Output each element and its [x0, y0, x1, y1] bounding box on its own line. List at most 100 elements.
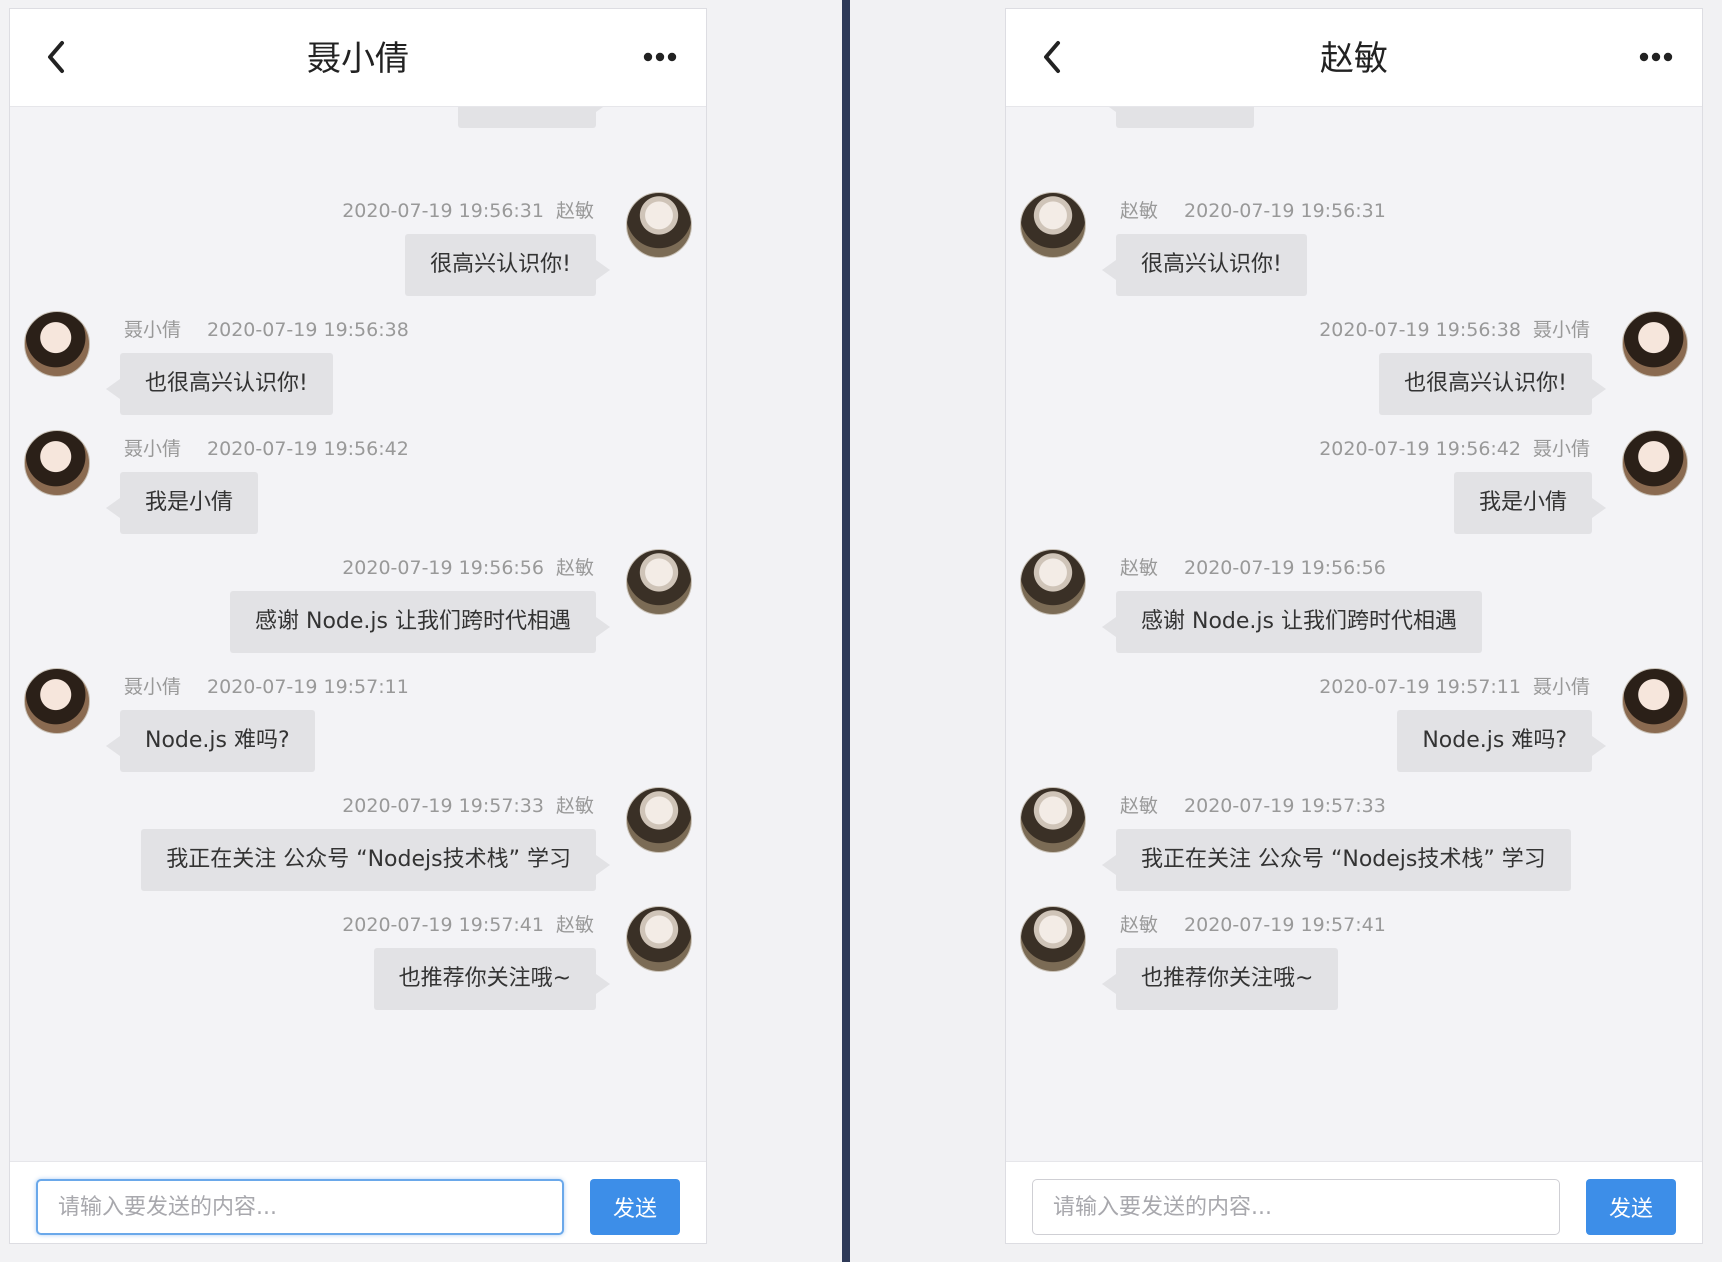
message-item: 聂小倩 2020-07-19 19:56:38 也很高兴认识你!: [10, 311, 706, 433]
message-bubble: 也推荐你关注哦~: [1101, 948, 1339, 1010]
message-meta: 赵敏 2020-07-19 19:57:33: [1120, 794, 1386, 818]
avatar[interactable]: [1020, 787, 1086, 853]
message-bubble: 我是赵敏: [457, 107, 611, 128]
message-bubble: Node.js 难吗?: [1397, 710, 1606, 772]
message-input[interactable]: [1032, 1179, 1560, 1235]
sender-name: 赵敏: [1120, 795, 1159, 817]
chat-header: 赵敏: [1006, 9, 1702, 107]
message-item: 2020-07-19 19:56:42 聂小倩 我是小倩: [1006, 430, 1702, 552]
message-time: 2020-07-19 19:57:41: [342, 914, 544, 936]
chat-window-right: 赵敏 我是赵敏 赵敏 2020-07-19 19:56:31 很高兴认识你! 20…: [1005, 8, 1703, 1244]
message-item: 赵敏 2020-07-19 19:56:56 感谢 Node.js 让我们跨时代相…: [1006, 549, 1702, 671]
message-time: 2020-07-19 19:57:11: [207, 676, 409, 698]
message-item: 2020-07-19 19:56:38 聂小倩 也很高兴认识你!: [1006, 311, 1702, 433]
message-bubble: 我是小倩: [105, 472, 259, 534]
avatar[interactable]: [626, 549, 692, 615]
sender-name: 聂小倩: [1532, 438, 1590, 460]
avatar[interactable]: [1622, 668, 1688, 734]
message-item: 聂小倩 2020-07-19 19:57:11 Node.js 难吗?: [10, 668, 706, 790]
avatar[interactable]: [24, 311, 90, 377]
avatar[interactable]: [1020, 192, 1086, 258]
message-meta: 聂小倩 2020-07-19 19:57:11: [124, 675, 409, 699]
message-bubble: 感谢 Node.js 让我们跨时代相遇: [230, 591, 610, 653]
sender-name: 赵敏: [555, 914, 594, 936]
message-bubble: 感谢 Node.js 让我们跨时代相遇: [1102, 591, 1482, 653]
message-item: 我是赵敏: [1006, 107, 1702, 146]
message-list[interactable]: 我是赵敏 赵敏 2020-07-19 19:56:31 很高兴认识你! 2020-…: [1006, 107, 1702, 1161]
message-time: 2020-07-19 19:56:38: [207, 319, 409, 341]
message-meta: 赵敏 2020-07-19 19:56:31: [1120, 199, 1386, 223]
message-item: 赵敏 2020-07-19 19:56:31 很高兴认识你!: [1006, 192, 1702, 314]
message-meta: 2020-07-19 19:56:38 聂小倩: [1319, 318, 1590, 342]
avatar[interactable]: [626, 906, 692, 972]
message-time: 2020-07-19 19:56:56: [342, 557, 544, 579]
message-input[interactable]: [36, 1179, 564, 1235]
message-bubble: 我是赵敏: [1101, 107, 1255, 128]
avatar[interactable]: [1622, 430, 1688, 496]
message-item: 我是赵敏: [10, 107, 706, 146]
sender-name: 聂小倩: [1532, 319, 1590, 341]
avatar[interactable]: [1020, 549, 1086, 615]
sender-name: 聂小倩: [124, 319, 182, 341]
sender-name: 聂小倩: [124, 438, 182, 460]
send-button[interactable]: 发送: [590, 1179, 680, 1235]
message-meta: 赵敏 2020-07-19 19:56:56: [1120, 556, 1386, 580]
avatar[interactable]: [626, 192, 692, 258]
message-meta: 聂小倩 2020-07-19 19:56:38: [124, 318, 409, 342]
message-list[interactable]: 我是赵敏 2020-07-19 19:56:31 赵敏 很高兴认识你! 聂小倩 20…: [10, 107, 706, 1161]
message-bubble: 我是小倩: [1453, 472, 1607, 534]
ellipsis-icon[interactable]: [1638, 47, 1674, 67]
avatar[interactable]: [24, 430, 90, 496]
sender-name: 聂小倩: [1532, 676, 1590, 698]
message-item: 2020-07-19 19:57:33 赵敏 我正在关注 公众号 “Nodejs技…: [10, 787, 706, 909]
sender-name: 赵敏: [555, 795, 594, 817]
message-meta: 2020-07-19 19:56:56 赵敏: [342, 556, 594, 580]
avatar[interactable]: [1020, 906, 1086, 972]
composer-bar: 发送: [1006, 1161, 1702, 1243]
chat-title: 赵敏: [1320, 39, 1388, 79]
avatar[interactable]: [24, 668, 90, 734]
message-time: 2020-07-19 19:57:11: [1319, 676, 1521, 698]
message-meta: 赵敏 2020-07-19 19:57:41: [1120, 913, 1386, 937]
message-meta: 2020-07-19 19:56:42 聂小倩: [1319, 437, 1590, 461]
window-divider: [842, 0, 850, 1262]
message-item: 赵敏 2020-07-19 19:57:33 我正在关注 公众号 “Nodejs技…: [1006, 787, 1702, 909]
message-item: 2020-07-19 19:57:11 聂小倩 Node.js 难吗?: [1006, 668, 1702, 790]
sender-name: 赵敏: [1120, 557, 1159, 579]
message-bubble: Node.js 难吗?: [106, 710, 315, 772]
sender-name: 赵敏: [1120, 914, 1159, 936]
message-bubble: 也很高兴认识你!: [106, 353, 333, 415]
message-time: 2020-07-19 19:56:31: [1184, 200, 1386, 222]
chat-window-left: 聂小倩 我是赵敏 2020-07-19 19:56:31 赵敏 很高兴认识你! 聂…: [9, 8, 707, 1244]
message-item: 2020-07-19 19:56:56 赵敏 感谢 Node.js 让我们跨时代相…: [10, 549, 706, 671]
message-item: 2020-07-19 19:57:41 赵敏 也推荐你关注哦~: [10, 906, 706, 1028]
message-time: 2020-07-19 19:57:41: [1184, 914, 1386, 936]
sender-name: 聂小倩: [124, 676, 182, 698]
message-meta: 2020-07-19 19:57:11 聂小倩: [1319, 675, 1590, 699]
message-meta: 2020-07-19 19:56:31 赵敏: [342, 199, 594, 223]
message-bubble: 也很高兴认识你!: [1379, 353, 1606, 415]
message-bubble: 很高兴认识你!: [405, 234, 610, 296]
message-meta: 2020-07-19 19:57:41 赵敏: [342, 913, 594, 937]
message-bubble: 我正在关注 公众号 “Nodejs技术栈” 学习: [1102, 829, 1571, 891]
message-item: 2020-07-19 19:56:31 赵敏 很高兴认识你!: [10, 192, 706, 314]
message-time: 2020-07-19 19:56:42: [1319, 438, 1521, 460]
message-bubble: 很高兴认识你!: [1102, 234, 1307, 296]
message-time: 2020-07-19 19:56:56: [1184, 557, 1386, 579]
message-bubble: 也推荐你关注哦~: [373, 948, 611, 1010]
message-bubble: 我正在关注 公众号 “Nodejs技术栈” 学习: [141, 829, 610, 891]
avatar[interactable]: [626, 787, 692, 853]
message-time: 2020-07-19 19:57:33: [342, 795, 544, 817]
message-time: 2020-07-19 19:56:31: [342, 200, 544, 222]
message-item: 赵敏 2020-07-19 19:57:41 也推荐你关注哦~: [1006, 906, 1702, 1028]
message-time: 2020-07-19 19:57:33: [1184, 795, 1386, 817]
sender-name: 赵敏: [555, 557, 594, 579]
sender-name: 赵敏: [1120, 200, 1159, 222]
avatar[interactable]: [1622, 311, 1688, 377]
ellipsis-icon[interactable]: [642, 47, 678, 67]
message-time: 2020-07-19 19:56:38: [1319, 319, 1521, 341]
message-meta: 聂小倩 2020-07-19 19:56:42: [124, 437, 409, 461]
message-item: 聂小倩 2020-07-19 19:56:42 我是小倩: [10, 430, 706, 552]
chat-header: 聂小倩: [10, 9, 706, 107]
send-button[interactable]: 发送: [1586, 1179, 1676, 1235]
